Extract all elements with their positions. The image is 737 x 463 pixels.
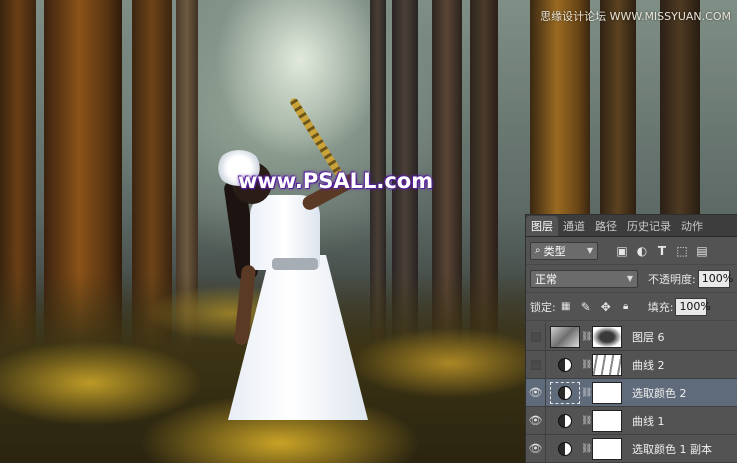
- visibility-toggle[interactable]: [526, 350, 546, 379]
- layer-mask[interactable]: [592, 381, 622, 404]
- eye-icon: 👁︎: [528, 442, 543, 455]
- feather: [288, 96, 344, 178]
- layer-thumbnail: [550, 409, 580, 432]
- layer-thumbnail: [550, 325, 580, 348]
- lock-label: 锁定:: [530, 300, 556, 314]
- tab-channels[interactable]: 通道: [558, 216, 590, 236]
- link-icon: ⛓: [581, 331, 593, 342]
- blend-row: 正常 ▼ 不透明度: 100%: [526, 265, 737, 293]
- site-watermark: www.PSALL.com: [238, 169, 434, 193]
- chevron-down-icon: ▼: [626, 274, 633, 283]
- type-filter-icon[interactable]: T: [652, 242, 672, 260]
- search-icon: ⌕: [535, 245, 541, 256]
- layer-mask[interactable]: [592, 325, 622, 348]
- forum-watermark: 思缘设计论坛 WWW.MISSYUAN.COM: [540, 10, 731, 23]
- layers-panel: 图层 通道 路径 历史记录 动作 ⌕ 类型 ▼ ▣ ◐ T ⬚ ▤ 正常 ▼ 不…: [525, 214, 737, 463]
- adjustment-icon: [558, 385, 572, 400]
- eye-icon: 👁︎: [528, 386, 543, 399]
- fill-label: 填充:: [647, 300, 674, 314]
- layer-thumbnail: [550, 353, 580, 376]
- tab-layers[interactable]: 图层: [526, 216, 558, 236]
- image-filter-icon[interactable]: ▣: [612, 242, 632, 260]
- blend-mode-value: 正常: [535, 272, 557, 286]
- lock-all-icon[interactable]: 🔒︎: [616, 298, 636, 316]
- visibility-toggle[interactable]: 👁︎: [526, 406, 546, 435]
- layer-row[interactable]: ⛓ 曲线 2: [526, 350, 737, 379]
- layer-row[interactable]: ⛓ 图层 6: [526, 322, 737, 351]
- shape-filter-icon[interactable]: ⬚: [672, 242, 692, 260]
- lock-row: 锁定: ▦ ✎ ✥ 🔒︎ 填充: 100%: [526, 293, 737, 321]
- layer-thumbnail: [550, 381, 580, 404]
- jeweled-belt: [272, 258, 318, 270]
- visibility-toggle[interactable]: [526, 322, 546, 351]
- smart-object-filter-icon[interactable]: ▤: [692, 242, 712, 260]
- lock-move-icon[interactable]: ✥: [596, 298, 616, 316]
- layer-row-selected[interactable]: 👁︎ ⛓ 选取颜色 2: [526, 378, 737, 407]
- layers-list: ⛓ 图层 6 ⛓ 曲线 2 👁︎ ⛓ 选取颜色 2 👁︎ ⛓ 曲线 1 👁︎ ⛓…: [526, 322, 737, 463]
- layer-row[interactable]: 👁︎ ⛓ 选取颜色 1 副本: [526, 434, 737, 463]
- adjustment-icon: [558, 413, 572, 428]
- visibility-toggle[interactable]: 👁︎: [526, 378, 546, 407]
- lock-brush-icon[interactable]: ✎: [576, 298, 596, 316]
- visibility-toggle[interactable]: 👁︎: [526, 434, 546, 463]
- link-icon: ⛓: [581, 415, 593, 426]
- adjustment-filter-icon[interactable]: ◐: [632, 242, 652, 260]
- tab-actions[interactable]: 动作: [676, 216, 708, 236]
- blend-mode-select[interactable]: 正常 ▼: [530, 269, 638, 288]
- panel-tabs: 图层 通道 路径 历史记录 动作: [526, 215, 737, 237]
- opacity-label: 不透明度:: [648, 272, 696, 286]
- layer-name: 图层 6: [632, 330, 665, 344]
- link-icon: ⛓: [581, 443, 593, 454]
- eye-icon: 👁︎: [528, 414, 543, 427]
- lock-transparency-icon[interactable]: ▦: [556, 298, 576, 316]
- layer-filter-label: 类型: [543, 244, 566, 258]
- fill-input[interactable]: 100%: [675, 297, 711, 316]
- tab-history[interactable]: 历史记录: [622, 216, 676, 236]
- link-icon: ⛓: [581, 359, 593, 370]
- layer-mask[interactable]: [592, 409, 622, 432]
- link-icon: ⛓: [581, 387, 593, 398]
- layer-name: 曲线 2: [632, 358, 665, 372]
- tab-paths[interactable]: 路径: [590, 216, 622, 236]
- layer-row[interactable]: 👁︎ ⛓ 曲线 1: [526, 406, 737, 435]
- layer-name: 曲线 1: [632, 414, 665, 428]
- opacity-input[interactable]: 100%: [697, 269, 733, 288]
- filter-row: ⌕ 类型 ▼ ▣ ◐ T ⬚ ▤: [526, 237, 737, 265]
- visibility-off-icon: [530, 331, 541, 342]
- layer-mask[interactable]: [592, 353, 622, 376]
- visibility-off-icon: [530, 359, 541, 370]
- chevron-down-icon: ▼: [586, 246, 593, 255]
- layer-thumbnail: [550, 437, 580, 460]
- layer-filter-select[interactable]: ⌕ 类型 ▼: [530, 241, 598, 260]
- adjustment-icon: [558, 441, 572, 456]
- layer-name: 选取颜色 2: [632, 386, 687, 400]
- adjustment-icon: [558, 357, 572, 372]
- layer-name: 选取颜色 1 副本: [632, 442, 712, 456]
- layer-mask[interactable]: [592, 437, 622, 460]
